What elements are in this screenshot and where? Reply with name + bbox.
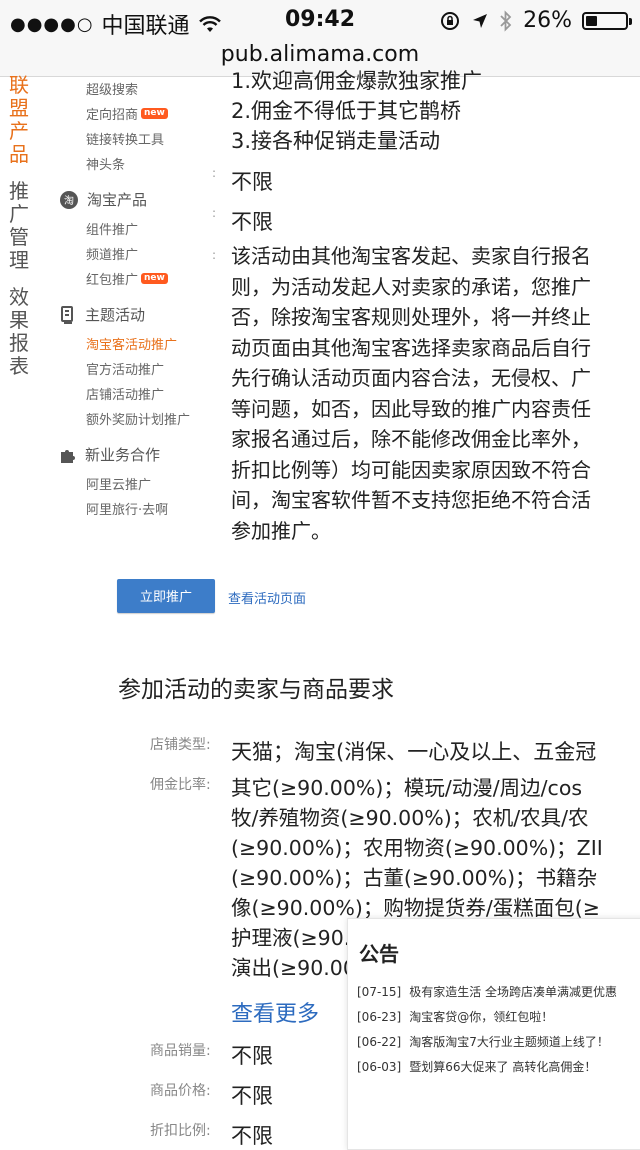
notice-item[interactable]: [06-23] 淘宝客贷@你，领红包啦！: [357, 1008, 553, 1025]
sales-label: 商品销量:: [150, 1043, 211, 1059]
notice-item[interactable]: [07-15] 极有家造生活 全场跨店凑单满减更优惠: [357, 983, 617, 1000]
bluetooth-icon: [500, 9, 512, 32]
shop-type-value: 天猫；淘宝(消保、一心及以上、五金冠: [231, 740, 597, 764]
shop-type-label: 店铺类型:: [150, 737, 211, 753]
field-separator: :: [212, 166, 217, 180]
field-separator: :: [212, 206, 217, 220]
field-value: 不限: [231, 170, 273, 194]
field-separator: :: [212, 248, 217, 262]
notice-item[interactable]: [06-22] 淘客版淘宝7大行业主题频道上线了！: [357, 1033, 609, 1050]
price-label: 商品价格:: [150, 1083, 211, 1099]
battery-icon: [582, 11, 632, 30]
notice-item[interactable]: [06-03] 暨划算66大促来了 高转化高佣金！: [357, 1058, 596, 1075]
discount-label: 折扣比例:: [150, 1123, 211, 1139]
url-domain: pub.alimama.com: [220, 42, 420, 67]
sales-value: 不限: [231, 1044, 273, 1068]
notice-title: 公告: [359, 942, 399, 966]
activity-rules: 1.欢迎高佣金爆款独家推广 2.佣金不得低于其它鹊桥 3.接各种促销走量活动: [231, 66, 482, 156]
activity-notice-paragraph: 该活动由其他淘宝客发起、卖家自行报名 则，为活动发起人对卖家的承诺，您推广 否，…: [231, 244, 591, 543]
view-more-link[interactable]: 查看更多: [231, 996, 319, 1028]
status-bar: ●●●●○ 中国联通 09:42 26%: [0, 0, 640, 40]
rule-line: 3.接各种促销走量活动: [231, 129, 441, 153]
commission-label: 佣金比率:: [150, 777, 211, 793]
location-arrow-icon: [473, 13, 488, 28]
discount-value: 不限: [231, 1124, 273, 1148]
field-value: 不限: [231, 210, 273, 234]
rotation-lock-icon: [441, 11, 460, 30]
promote-now-button[interactable]: 立即推广: [117, 579, 215, 613]
rule-line: 2.佣金不得低于其它鹊桥: [231, 99, 462, 123]
requirements-title: 参加活动的卖家与商品要求: [118, 677, 394, 703]
notice-panel: 公告 [07-15] 极有家造生活 全场跨店凑单满减更优惠 [06-23] 淘宝客贷…: [347, 918, 640, 1150]
price-value: 不限: [231, 1084, 273, 1108]
view-activity-page-link[interactable]: 查看活动页面: [228, 588, 306, 607]
rule-line: 1.欢迎高佣金爆款独家推广: [231, 69, 483, 93]
battery-percent: 26%: [523, 8, 572, 33]
